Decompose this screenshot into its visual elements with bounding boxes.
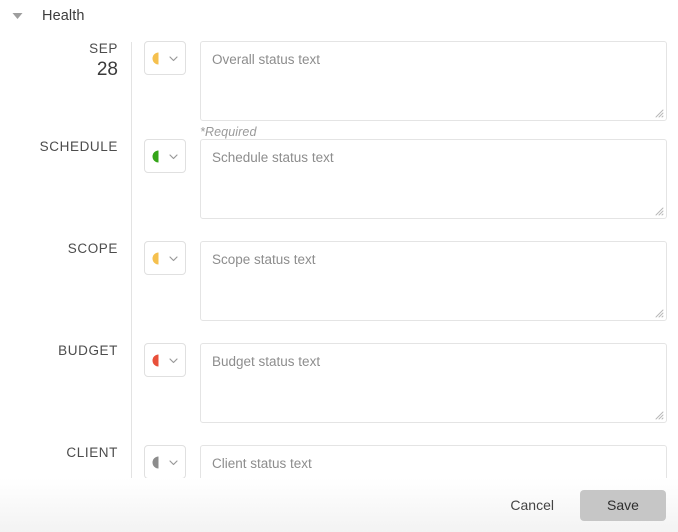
health-status-panel: Health SEP 28 Overall status text *Requi… <box>0 0 678 532</box>
row-label-budget: BUDGET <box>0 343 131 359</box>
section-header: Health <box>0 0 678 32</box>
cancel-button[interactable]: Cancel <box>490 488 574 522</box>
status-cell <box>131 343 186 377</box>
row-label-text: SCOPE <box>67 241 118 256</box>
row-spacer <box>200 219 667 241</box>
field-cell <box>186 343 678 445</box>
row-label-schedule: SCHEDULE <box>0 139 131 155</box>
caret-down-icon[interactable] <box>9 8 25 24</box>
table-row: SCHEDULE <box>0 139 678 241</box>
status-cell <box>131 241 186 275</box>
date-month: SEP <box>89 41 118 56</box>
row-spacer <box>200 321 667 343</box>
field-cell <box>186 241 678 343</box>
row-label-scope: SCOPE <box>0 241 131 257</box>
status-dropdown-overall[interactable] <box>144 41 186 75</box>
schedule-status-textarea[interactable] <box>200 139 667 219</box>
chevron-down-icon <box>168 151 179 162</box>
required-helper-text: *Required <box>200 125 257 139</box>
footer-actions: Cancel Save <box>0 478 678 532</box>
row-spacer <box>200 423 667 445</box>
chevron-down-icon <box>168 355 179 366</box>
status-cell <box>131 41 186 75</box>
vertical-divider <box>131 42 132 510</box>
save-button[interactable]: Save <box>580 489 666 521</box>
field-cell: *Required <box>186 41 678 139</box>
row-label-text: BUDGET <box>58 343 118 358</box>
textarea-wrapper <box>200 343 667 423</box>
table-row: BUDGET <box>0 343 678 445</box>
row-label-text: SCHEDULE <box>39 139 118 154</box>
date-day: 28 <box>96 58 118 80</box>
field-cell <box>186 139 678 241</box>
section-title: Health <box>42 8 85 24</box>
status-dropdown-budget[interactable] <box>144 343 186 377</box>
rows-container: SEP 28 Overall status text *Required SCH… <box>0 32 678 525</box>
textarea-wrapper <box>200 241 667 321</box>
half-circle-icon <box>152 354 165 367</box>
textarea-wrapper <box>200 139 667 219</box>
status-dropdown-client[interactable] <box>144 445 186 479</box>
status-cell <box>131 139 186 173</box>
half-circle-icon <box>152 150 165 163</box>
chevron-down-icon <box>168 53 179 64</box>
scope-status-textarea[interactable] <box>200 241 667 321</box>
row-label-client: CLIENT <box>0 445 131 461</box>
budget-status-textarea[interactable] <box>200 343 667 423</box>
row-label-date: SEP 28 <box>0 41 131 82</box>
half-circle-icon <box>152 252 165 265</box>
chevron-down-icon <box>168 253 179 264</box>
status-cell <box>131 445 186 479</box>
status-dropdown-scope[interactable] <box>144 241 186 275</box>
textarea-wrapper <box>200 41 667 121</box>
chevron-down-icon <box>168 457 179 468</box>
half-circle-icon <box>152 456 165 469</box>
overall-status-textarea[interactable] <box>200 41 667 121</box>
half-circle-icon <box>152 52 165 65</box>
row-label-text: CLIENT <box>66 445 118 460</box>
status-dropdown-schedule[interactable] <box>144 139 186 173</box>
table-row: SEP 28 Overall status text *Required <box>0 41 678 139</box>
table-row: SCOPE <box>0 241 678 343</box>
